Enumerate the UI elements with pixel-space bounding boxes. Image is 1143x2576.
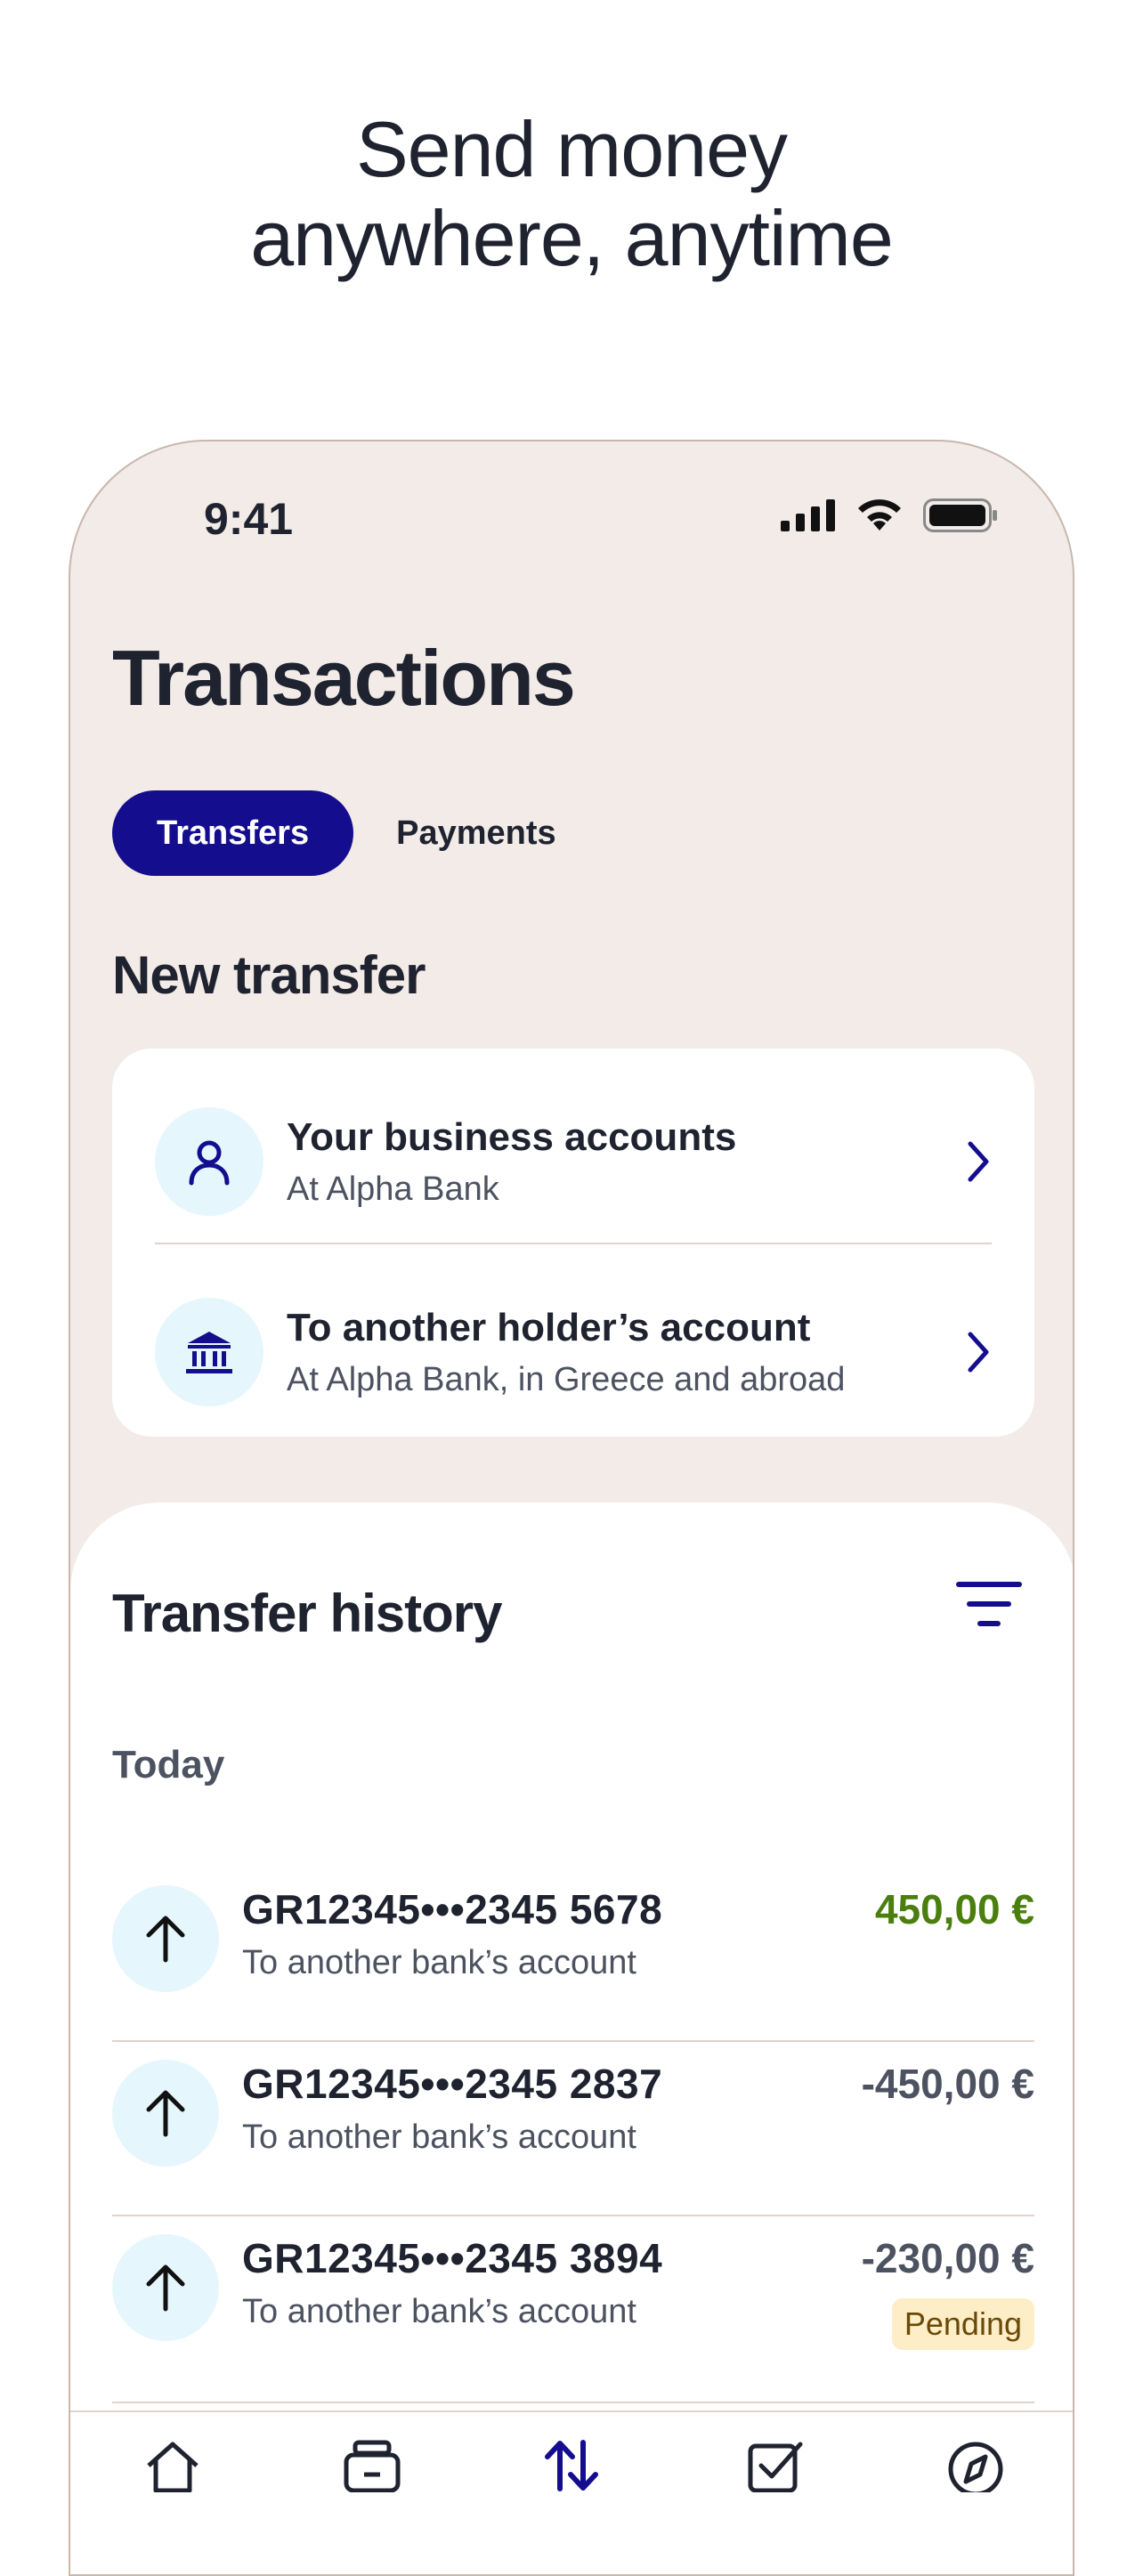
arrow-up-icon [146,1916,185,1963]
wifi-icon [858,499,901,531]
transaction-row[interactable]: GR12345•••2345 2837 To another bank’s ac… [112,2042,1034,2216]
transfers-icon[interactable] [540,2439,603,2492]
transaction-amount: -230,00 € [861,2235,1034,2281]
option-title: Your business accounts [287,1114,737,1159]
phone-frame: 9:41 Transactions Transfers Payments New… [69,440,1074,2576]
option-subtitle: At Alpha Bank, in Greece and abroad [287,1360,846,1398]
icon-circle [112,2060,219,2167]
new-transfer-title: New transfer [112,945,426,1005]
explore-icon[interactable] [944,2439,1007,2492]
icon-circle [112,1885,219,1992]
transaction-meta: 450,00 € [875,1867,1034,1933]
icon-circle [155,1107,263,1216]
transfer-history-title: Transfer history [112,1584,502,1643]
person-icon [189,1140,230,1186]
status-icons [781,498,998,532]
signal-icon [781,499,835,531]
bank-icon [186,1332,232,1373]
date-group-label: Today [112,1743,225,1786]
transaction-text: GR12345•••2345 2837 To another bank’s ac… [242,2042,862,2157]
chevron-right-icon [947,1331,992,1373]
arrow-up-icon [146,2090,185,2137]
transfer-option-business-accounts[interactable]: Your business accounts At Alpha Bank [155,1081,992,1244]
headline-line-1: Send money [355,105,788,193]
transaction-text: GR12345•••2345 3894 To another bank’s ac… [242,2216,862,2331]
transaction-iban: GR12345•••2345 2837 [242,2061,663,2107]
wallet-icon[interactable] [341,2439,403,2492]
icon-circle [155,1298,263,1406]
tab-bar: Transfers Payments [112,790,556,876]
transaction-iban: GR12345•••2345 3894 [242,2235,663,2281]
bottom-nav [70,2410,1073,2574]
tab-transfers[interactable]: Transfers [112,790,354,876]
marketing-headline: Send money anywhere, anytime [0,105,1143,283]
chevron-right-icon [947,1140,992,1183]
option-subtitle: At Alpha Bank [287,1170,499,1208]
battery-icon [923,498,997,532]
transaction-amount: -450,00 € [861,2061,1034,2107]
option-text: Your business accounts At Alpha Bank [287,1115,947,1209]
transaction-description: To another bank’s account [242,2118,636,2156]
transaction-meta: -450,00 € [862,2042,1034,2108]
status-badge: Pending [891,2298,1034,2350]
transfer-option-another-holder[interactable]: To another holder’s account At Alpha Ban… [155,1276,992,1428]
arrow-up-icon [146,2264,185,2312]
headline-line-2: anywhere, anytime [250,194,894,282]
transaction-description: To another bank’s account [242,1944,636,1981]
new-transfer-card: Your business accounts At Alpha Bank To … [112,1049,1034,1437]
transaction-amount: 450,00 € [874,1886,1034,1932]
option-text: To another holder’s account At Alpha Ban… [287,1306,947,1399]
transaction-description: To another bank’s account [242,2293,636,2330]
tab-payments[interactable]: Payments [396,814,556,853]
transaction-iban: GR12345•••2345 5678 [242,1886,663,1932]
home-icon[interactable] [142,2439,204,2492]
page-title: Transactions [112,634,576,722]
transaction-row[interactable]: GR12345•••2345 5678 To another bank’s ac… [112,1867,1034,2042]
option-title: To another holder’s account [287,1305,811,1349]
transaction-meta: -230,00 € Pending [862,2216,1034,2350]
transaction-text: GR12345•••2345 5678 To another bank’s ac… [242,1867,875,1982]
status-time: 9:41 [204,494,294,544]
tasks-icon[interactable] [745,2439,807,2492]
transaction-row[interactable]: GR12345•••2345 3894 To another bank’s ac… [112,2216,1034,2403]
icon-circle [112,2234,219,2341]
filter-icon[interactable] [955,1579,1023,1633]
